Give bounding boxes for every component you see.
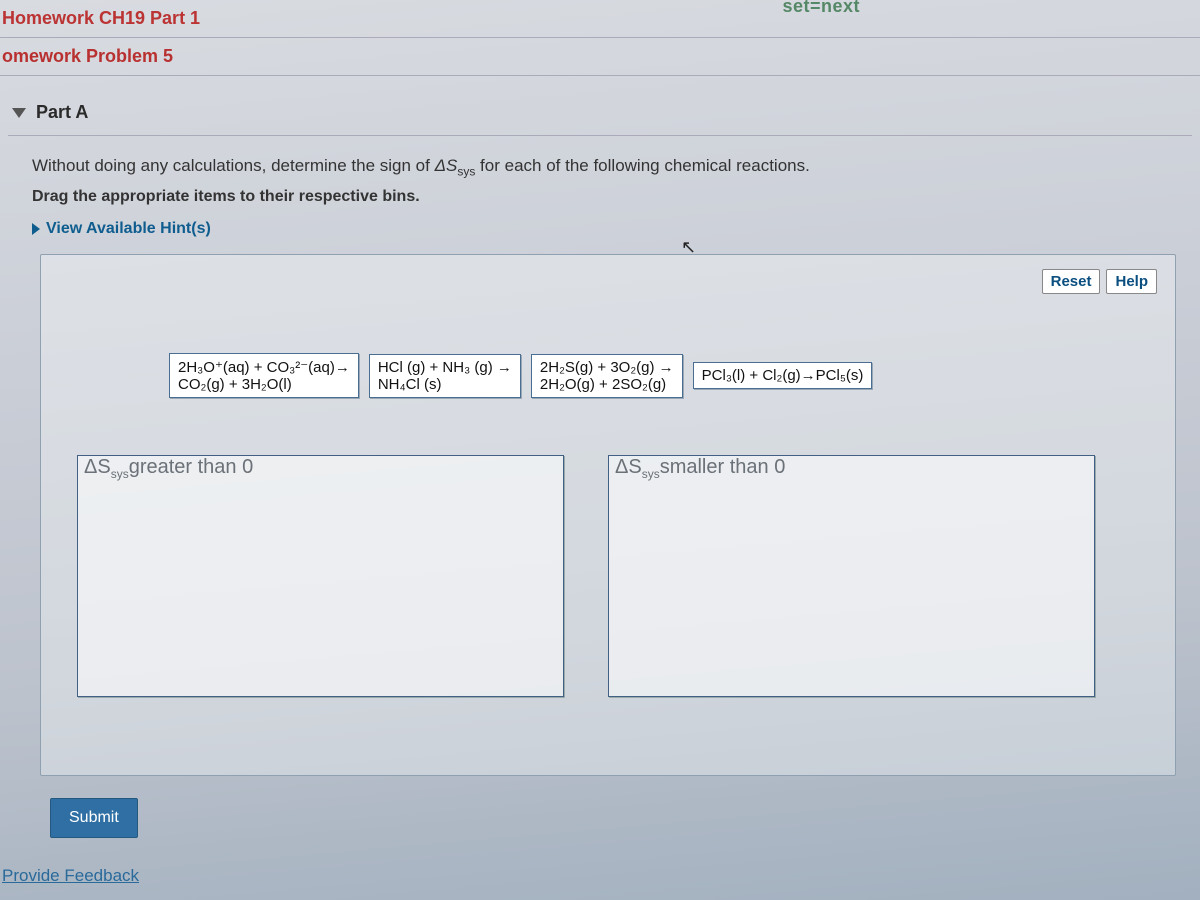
question-text: Without doing any calculations, determin…	[8, 148, 1192, 182]
submit-button[interactable]: Submit	[50, 798, 138, 838]
section-header[interactable]: Part A	[8, 84, 1192, 135]
help-button[interactable]: Help	[1106, 269, 1157, 294]
breadcrumb-assignment[interactable]: Homework CH19 Part 1	[0, 0, 1200, 31]
bin-smaller-than-zero[interactable]: ΔSsyssmaller than 0	[608, 455, 1095, 697]
view-hints-toggle[interactable]: View Available Hint(s)	[8, 216, 1192, 248]
reaction-tile-2[interactable]: HCl (g) + NH₃ (g) → NH₄Cl (s)	[369, 354, 521, 398]
drag-sort-area: ↖ Reset Help 2H₃O⁺(aq) + CO₃²⁻(aq)→ CO₂(…	[40, 254, 1176, 776]
divider	[8, 135, 1192, 136]
chevron-right-icon	[32, 223, 40, 235]
reaction-tile-3[interactable]: 2H₂S(g) + 3O₂(g) → 2H₂O(g) + 2SO₂(g)	[531, 354, 683, 398]
bin-greater-than-zero[interactable]: ΔSsysgreater than 0	[77, 455, 564, 697]
section-title: Part A	[36, 102, 88, 123]
bin-label: ΔSsyssmaller than 0	[611, 454, 789, 483]
provide-feedback-link[interactable]: Provide Feedback	[2, 866, 139, 886]
reset-button[interactable]: Reset	[1042, 269, 1101, 294]
divider	[0, 75, 1200, 76]
url-fragment: set=next	[782, 0, 860, 17]
cursor-icon: ↖	[681, 237, 696, 258]
breadcrumb-problem[interactable]: omework Problem 5	[0, 38, 1200, 69]
reaction-tile-4[interactable]: PCl₃(l) + Cl₂(g)→PCl₅(s)	[693, 362, 873, 389]
reaction-tile-1[interactable]: 2H₃O⁺(aq) + CO₃²⁻(aq)→ CO₂(g) + 3H₂O(l)	[169, 353, 359, 398]
bin-label: ΔSsysgreater than 0	[80, 454, 257, 483]
chevron-down-icon	[12, 108, 26, 118]
question-instructions: Drag the appropriate items to their resp…	[8, 182, 1192, 216]
draggable-tiles: 2H₃O⁺(aq) + CO₃²⁻(aq)→ CO₂(g) + 3H₂O(l) …	[169, 353, 872, 398]
